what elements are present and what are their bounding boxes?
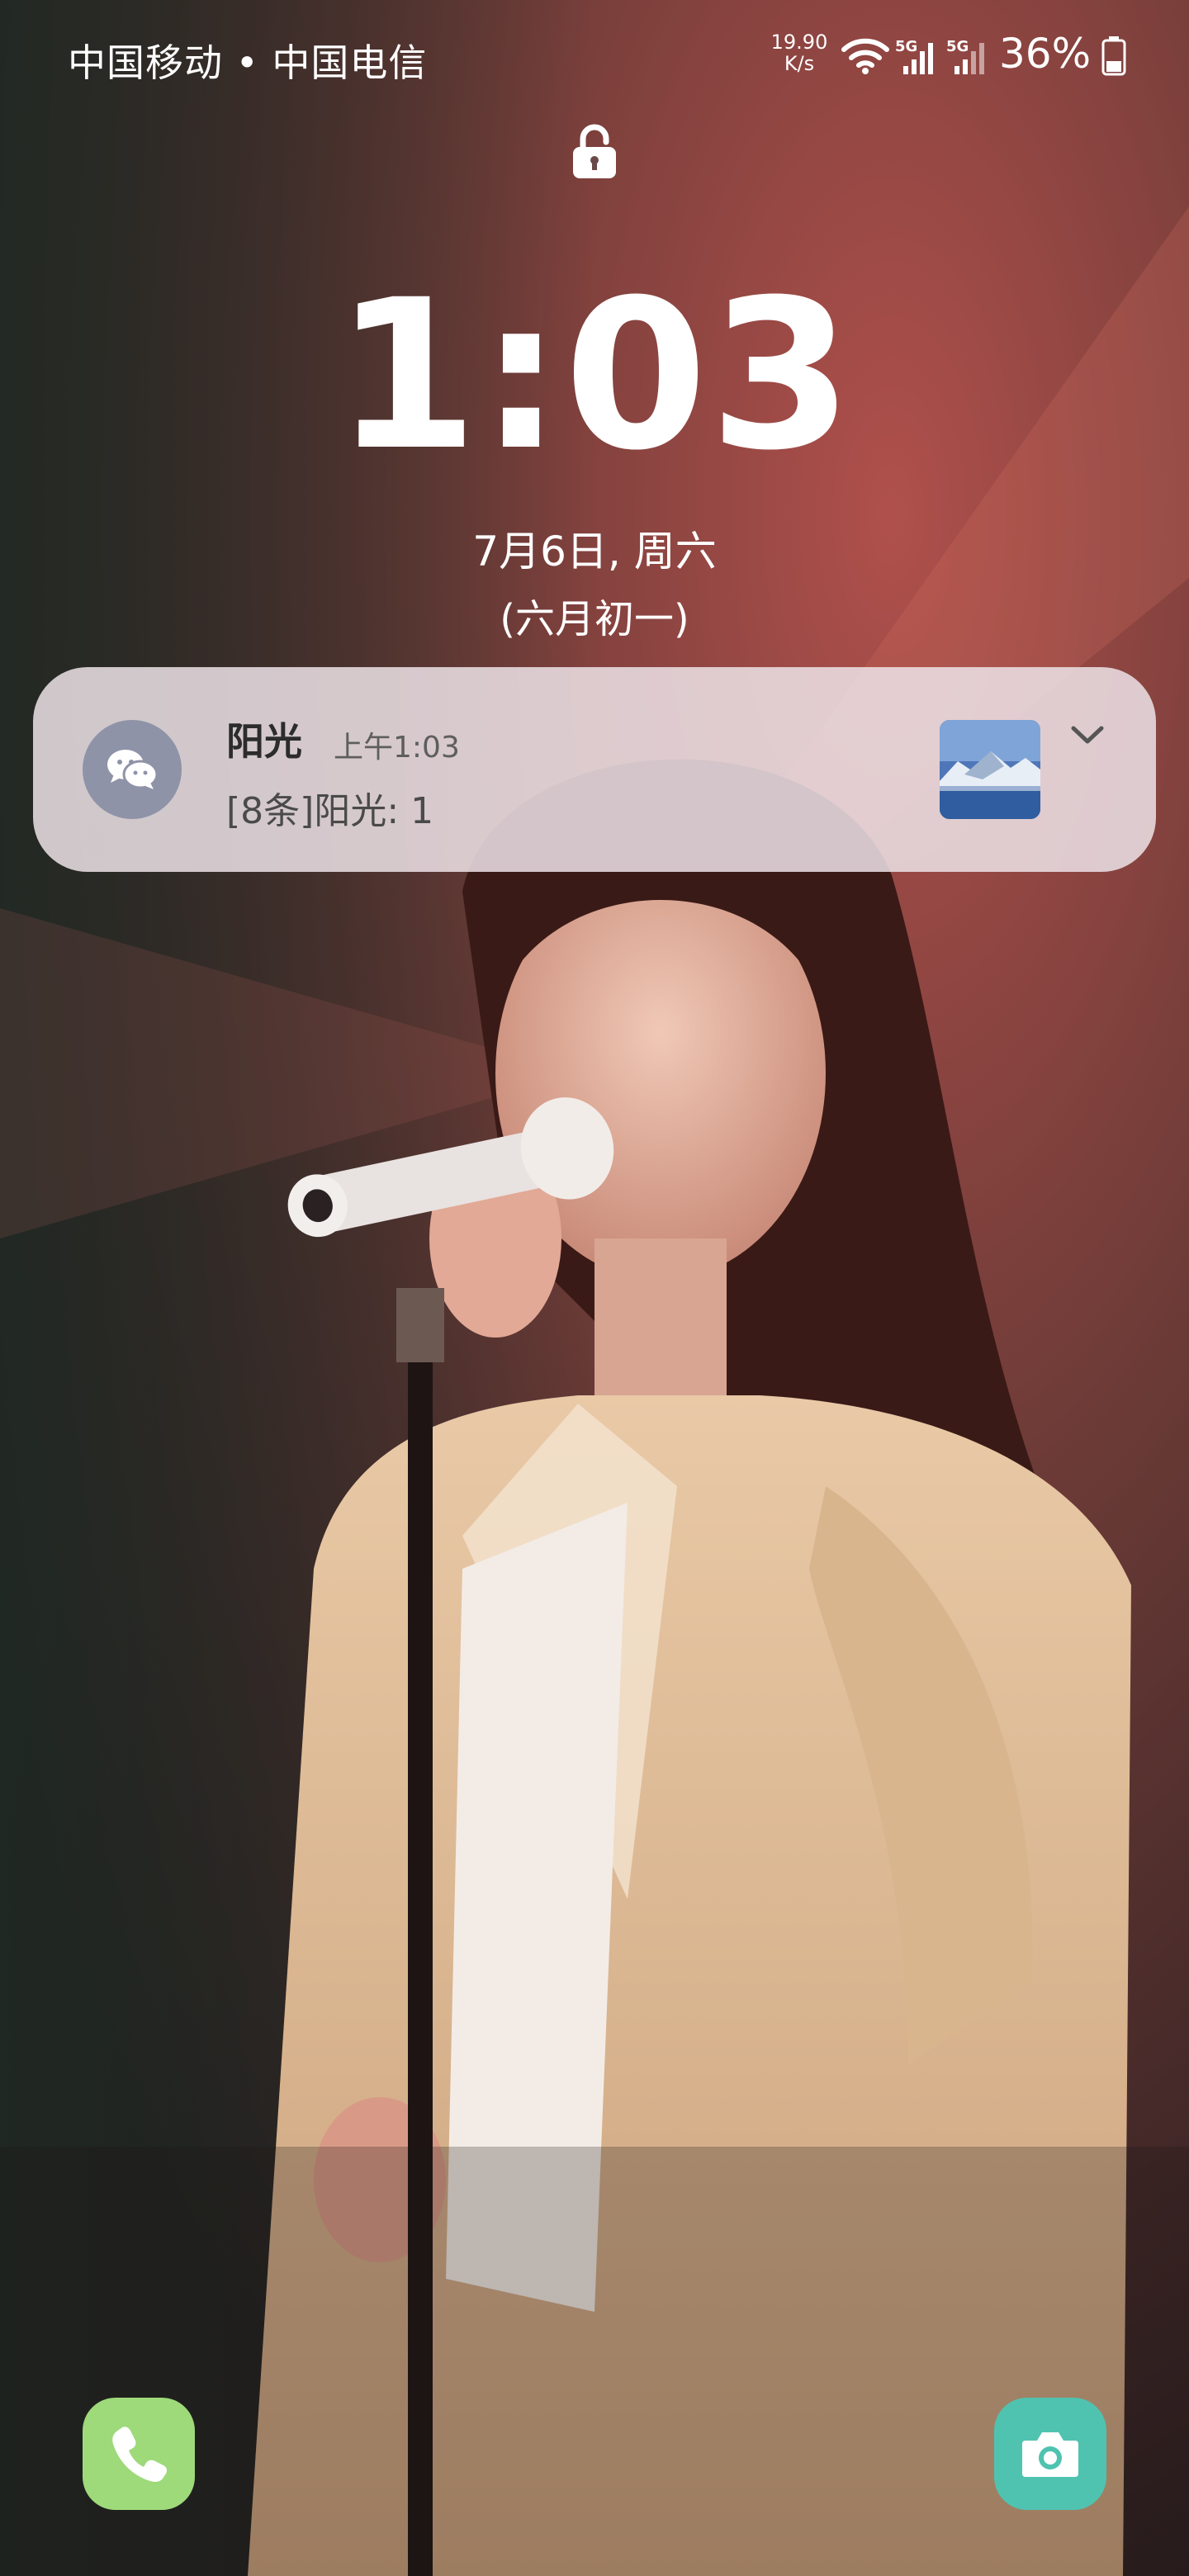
lockscreen-clock: 1:03 [334, 255, 855, 495]
battery-percent: 36% [999, 30, 1092, 78]
network-speed-unit: K/s [784, 52, 815, 75]
wechat-icon [83, 720, 182, 819]
lunar-date: (六月初一) [500, 596, 689, 642]
notification-sender: 阳光 [226, 719, 302, 764]
wifi-icon [841, 36, 890, 78]
signal-icon [900, 41, 938, 79]
signal-icon [951, 41, 989, 79]
notification-message: [8条]阳光: 1 [226, 790, 434, 832]
wechat-notification[interactable]: 阳光 上午1:03 [8条]阳光: 1 [33, 667, 1156, 872]
camera-shortcut[interactable] [994, 2398, 1106, 2510]
chevron-down-icon[interactable] [1068, 723, 1106, 748]
lockscreen-date: 7月6日, 周六 [472, 528, 717, 575]
camera-icon [1022, 2432, 1078, 2477]
carrier-label: 中国移动 • 中国电信 [68, 40, 428, 85]
network-speed-value: 19.90 [770, 31, 828, 54]
phone-shortcut[interactable] [83, 2398, 195, 2510]
phone-icon [112, 2427, 167, 2482]
battery-icon [1101, 36, 1126, 79]
notification-time: 上午1:03 [334, 731, 460, 765]
network-speed: 19.90 K/s [766, 31, 832, 74]
lock-icon[interactable] [571, 124, 618, 178]
status-bar: 中国移动 • 中国电信 19.90 K/s 5G 5G 36% [0, 0, 1189, 116]
notification-thumbnail [940, 720, 1040, 819]
